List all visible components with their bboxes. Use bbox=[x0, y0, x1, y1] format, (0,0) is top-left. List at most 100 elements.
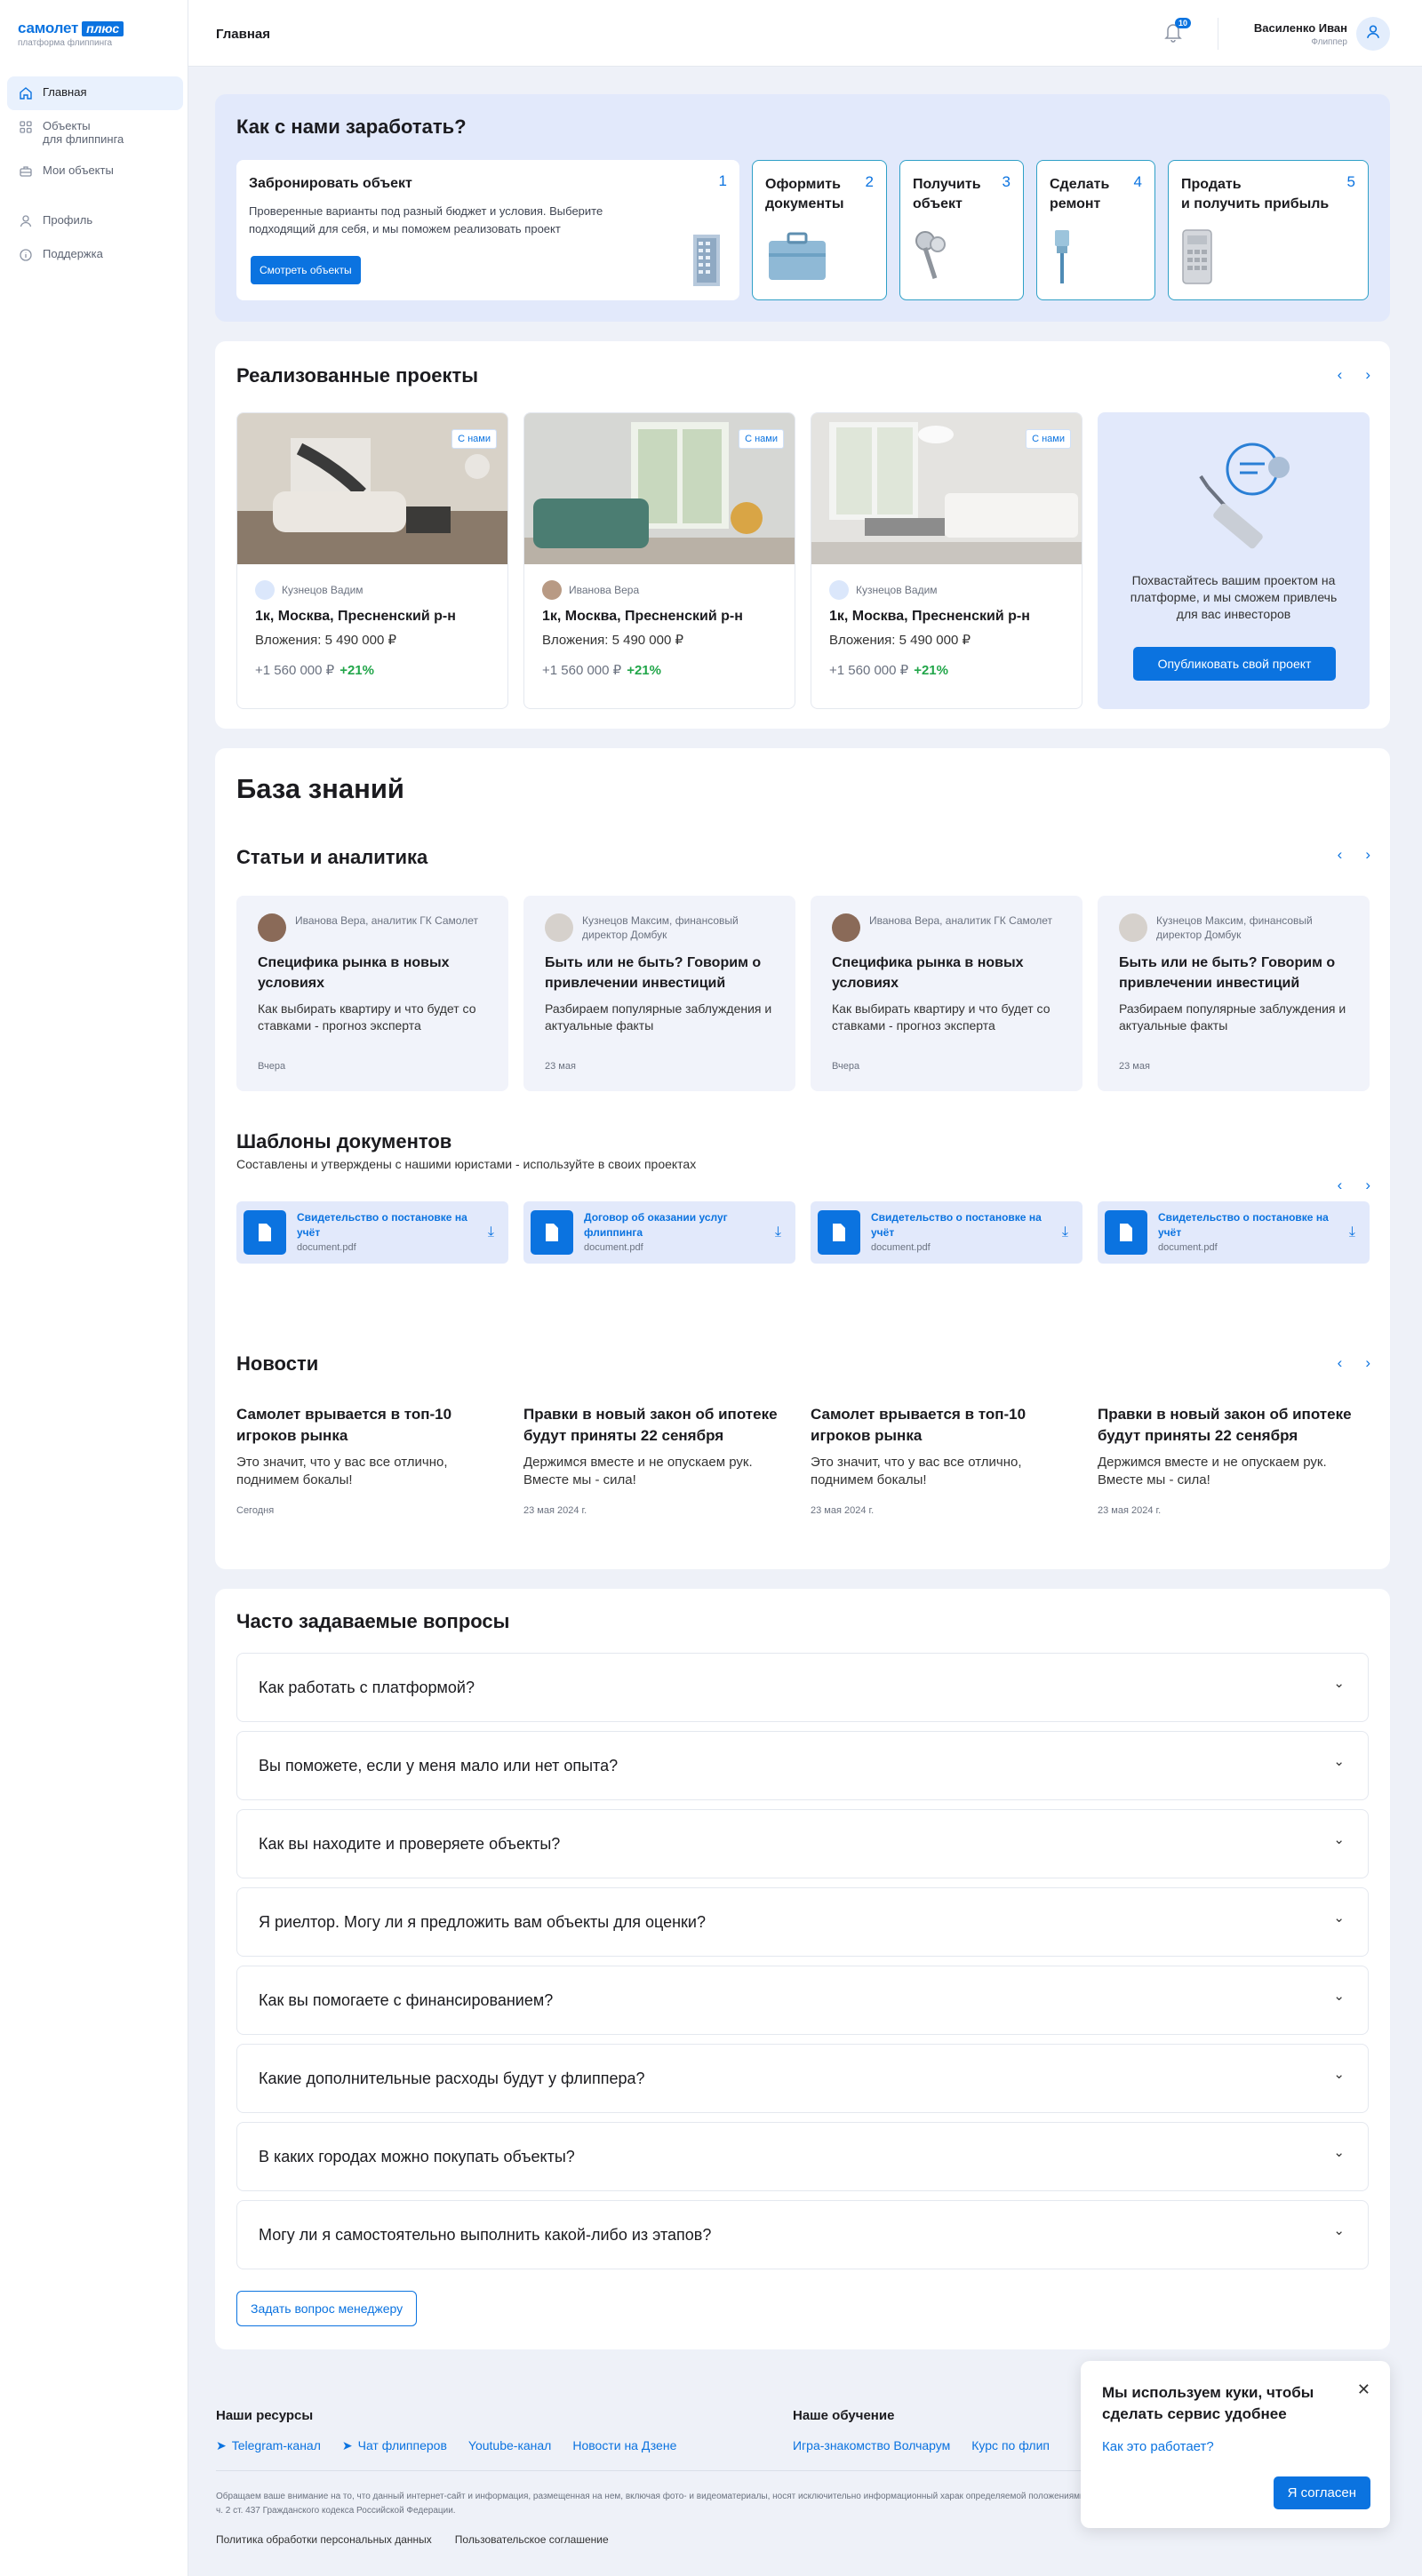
step-card-1[interactable]: Забронировать объект 1 Проверенные вариа… bbox=[236, 160, 739, 300]
step-card-5[interactable]: Продать и получить прибыль 5 bbox=[1168, 160, 1369, 300]
faq-section: Часто задаваемые вопросы Как работать с … bbox=[215, 1589, 1390, 2349]
faq-item[interactable]: Какие дополнительные расходы будут у фли… bbox=[236, 2044, 1369, 2113]
news-card[interactable]: Правки в новый закон об ипотеке будут пр… bbox=[1098, 1404, 1370, 1516]
article-text: Как выбирать квартиру и что будет со ста… bbox=[832, 1001, 1051, 1033]
step-card-4[interactable]: Сделать ремонт 4 bbox=[1036, 160, 1155, 300]
article-card[interactable]: Иванова Вера, аналитик ГК Самолет Специф… bbox=[236, 896, 508, 1091]
next-arrow-icon[interactable]: › bbox=[1365, 366, 1370, 384]
logo[interactable]: самолет плюс платформа флиппинга bbox=[18, 20, 124, 48]
document-card[interactable]: Свидетельство о постановке на учёт docum… bbox=[1098, 1201, 1370, 1264]
cookie-info-link[interactable]: Как это работает? bbox=[1102, 2439, 1214, 2454]
privacy-policy-link[interactable]: Политика обработки персональных данных bbox=[216, 2533, 432, 2546]
step-title-2: объект bbox=[913, 196, 963, 211]
faq-item[interactable]: В каких городах можно покупать объекты? ⌄ bbox=[236, 2122, 1369, 2191]
step-title: Получить bbox=[913, 177, 981, 192]
faq-item[interactable]: Как вы находите и проверяете объекты? ⌄ bbox=[236, 1809, 1369, 1878]
faq-question: В каких городах можно покупать объекты? bbox=[259, 2148, 575, 2165]
project-profit: +1 560 000 ₽ bbox=[829, 663, 909, 678]
document-card[interactable]: Свидетельство о постановке на учёт docum… bbox=[236, 1201, 508, 1264]
building-icon bbox=[693, 235, 720, 286]
step-card-3[interactable]: Получить объект 3 bbox=[899, 160, 1024, 300]
step-number: 3 bbox=[1002, 173, 1011, 190]
publish-project-button[interactable]: Опубликовать свой проект bbox=[1133, 647, 1336, 681]
ask-manager-button[interactable]: Задать вопрос менеджеру bbox=[236, 2291, 418, 2326]
sidebar-item-home[interactable]: Главная bbox=[7, 76, 183, 110]
project-photo: С нами bbox=[524, 413, 795, 564]
footer-link-chat[interactable]: ➤ Чат флипперов bbox=[342, 2438, 447, 2453]
projects-section: Реализованные проекты ‹ › С нами Кузнецо… bbox=[215, 341, 1390, 729]
footer-link-dzen[interactable]: Новости на Дзене bbox=[572, 2438, 676, 2453]
article-card[interactable]: Кузнецов Максим, финансовый директор Дом… bbox=[1098, 896, 1370, 1091]
document-card[interactable]: Договор об оказании услуг флиппинга docu… bbox=[523, 1201, 795, 1264]
breadcrumb: Главная bbox=[216, 27, 271, 42]
logo-name: самолет bbox=[18, 20, 79, 36]
article-title: Специфика рынка в новых условиях bbox=[258, 955, 450, 991]
article-author: Иванова Вера, аналитик ГК Самолет bbox=[295, 914, 478, 927]
faq-item[interactable]: Могу ли я самостоятельно выполнить какой… bbox=[236, 2200, 1369, 2269]
project-card[interactable]: С нами Кузнецов Вадим 1к, Москва, Пресне… bbox=[811, 412, 1082, 709]
download-icon[interactable]: ⤓ bbox=[1349, 1224, 1355, 1240]
sidebar-item-profile[interactable]: Профиль bbox=[7, 204, 183, 238]
document-name: Договор об оказании услуг флиппинга bbox=[584, 1211, 728, 1239]
download-icon[interactable]: ⤓ bbox=[775, 1224, 781, 1240]
project-card[interactable]: С нами Кузнецов Вадим 1к, Москва, Пресне… bbox=[236, 412, 508, 709]
chevron-down-icon: ⌄ bbox=[1333, 2145, 1345, 2160]
with-us-badge: С нами bbox=[1026, 429, 1071, 449]
user-agreement-link[interactable]: Пользовательское соглашение bbox=[455, 2533, 609, 2546]
chevron-down-icon: ⌄ bbox=[1333, 1754, 1345, 1769]
sidebar-item-my-objects[interactable]: Мои объекты bbox=[7, 155, 183, 188]
step-number: 1 bbox=[718, 172, 727, 189]
step-card-2[interactable]: Оформить документы 2 bbox=[752, 160, 887, 300]
footer-link-game[interactable]: Игра-знакомство Волчарум bbox=[793, 2438, 950, 2452]
faq-item[interactable]: Вы поможете, если у меня мало или нет оп… bbox=[236, 1731, 1369, 1800]
cookie-banner: Мы используем куки, чтобы сделать сервис… bbox=[1081, 2361, 1390, 2528]
faq-question: Какие дополнительные расходы будут у фли… bbox=[259, 2070, 645, 2087]
sidebar-item-label: Поддержка bbox=[43, 247, 103, 260]
project-card[interactable]: С нами Иванова Вера 1к, Москва, Пресненс… bbox=[523, 412, 795, 709]
footer-link-course[interactable]: Курс по флип bbox=[971, 2438, 1050, 2452]
step-title: Забронировать объект bbox=[249, 176, 412, 191]
footer-link-youtube[interactable]: Youtube-канал bbox=[468, 2438, 551, 2453]
next-arrow-icon[interactable]: › bbox=[1365, 1354, 1370, 1372]
article-text: Как выбирать квартиру и что будет со ста… bbox=[258, 1001, 476, 1033]
sidebar-item-support[interactable]: Поддержка bbox=[7, 238, 183, 272]
user-info[interactable]: Василенко Иван Флиппер bbox=[1254, 21, 1347, 47]
article-date: 23 мая bbox=[1119, 1061, 1150, 1072]
prev-arrow-icon[interactable]: ‹ bbox=[1338, 1176, 1343, 1194]
document-icon bbox=[531, 1210, 573, 1255]
download-icon[interactable]: ⤓ bbox=[1062, 1224, 1068, 1240]
next-arrow-icon[interactable]: › bbox=[1365, 1176, 1370, 1194]
news-card[interactable]: Самолет врывается в топ-10 игроков рынка… bbox=[811, 1404, 1082, 1516]
prev-arrow-icon[interactable]: ‹ bbox=[1338, 366, 1343, 384]
avatar[interactable] bbox=[1356, 17, 1390, 51]
news-card[interactable]: Самолет врывается в топ-10 игроков рынка… bbox=[236, 1404, 508, 1516]
footer-link-telegram[interactable]: ➤ Telegram-канал bbox=[216, 2438, 321, 2453]
project-title: 1к, Москва, Пресненский р-н bbox=[542, 609, 743, 624]
article-card[interactable]: Иванова Вера, аналитик ГК Самолет Специф… bbox=[811, 896, 1082, 1091]
sidebar-nav: Главная Объекты для флиппинга Мои объекты… bbox=[7, 76, 183, 272]
next-arrow-icon[interactable]: › bbox=[1365, 846, 1370, 864]
prev-arrow-icon[interactable]: ‹ bbox=[1338, 846, 1343, 864]
header: Главная 10 Василенко Иван Флиппер bbox=[188, 0, 1422, 67]
knowledge-title: База знаний bbox=[236, 773, 404, 804]
close-icon[interactable]: ✕ bbox=[1357, 2381, 1370, 2399]
chevron-down-icon: ⌄ bbox=[1333, 1676, 1345, 1691]
download-icon[interactable]: ⤓ bbox=[488, 1224, 494, 1240]
prev-arrow-icon[interactable]: ‹ bbox=[1338, 1354, 1343, 1372]
news-date: 23 мая 2024 г. bbox=[811, 1505, 875, 1516]
article-card[interactable]: Кузнецов Максим, финансовый директор Дом… bbox=[523, 896, 795, 1091]
cookie-accept-button[interactable]: Я согласен bbox=[1273, 2476, 1370, 2509]
faq-item[interactable]: Я риелтор. Могу ли я предложить вам объе… bbox=[236, 1887, 1369, 1957]
document-name: Свидетельство о постановке на учёт bbox=[297, 1211, 467, 1239]
notification-badge: 10 bbox=[1175, 18, 1192, 28]
view-objects-button[interactable]: Смотреть объекты bbox=[251, 256, 361, 284]
faq-item[interactable]: Как вы помогаете с финансированием? ⌄ bbox=[236, 1966, 1369, 2035]
document-card[interactable]: Свидетельство о постановке на учёт docum… bbox=[811, 1201, 1082, 1264]
news-card[interactable]: Правки в новый закон об ипотеке будут пр… bbox=[523, 1404, 795, 1516]
article-title: Быть или не быть? Говорим о привлечении … bbox=[545, 955, 762, 991]
home-icon bbox=[18, 85, 34, 101]
article-title: Быть или не быть? Говорим о привлечении … bbox=[1119, 955, 1336, 991]
faq-item[interactable]: Как работать с платформой? ⌄ bbox=[236, 1653, 1369, 1722]
sidebar-item-objects[interactable]: Объекты для флиппинга bbox=[7, 110, 183, 155]
article-date: Вчера bbox=[258, 1061, 286, 1072]
